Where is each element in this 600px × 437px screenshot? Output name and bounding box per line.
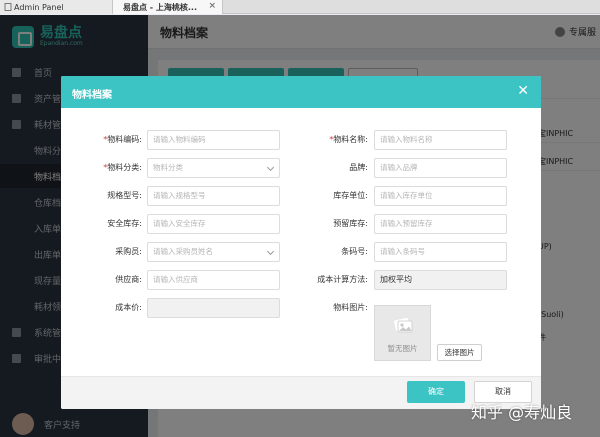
browser-tab-label: Admin Panel: [14, 2, 64, 12]
material-name-input[interactable]: 请输入物料名称: [374, 130, 507, 150]
image-icon: [394, 317, 413, 333]
page-icon: [4, 3, 12, 11]
buyer-label: 采购员:: [115, 247, 142, 256]
browser-tab-label: 易盘点 - 上海桃核...: [123, 2, 198, 12]
spec-input[interactable]: 请输入规格型号: [147, 186, 280, 206]
reserved-stock-label: 预留库存:: [333, 219, 368, 228]
safety-stock-input[interactable]: 请输入安全库存: [147, 214, 280, 234]
spec-label: 规格型号:: [107, 191, 142, 200]
dialog-header: 物料档案 ✕: [61, 76, 541, 108]
dialog-footer: [61, 376, 541, 409]
close-icon[interactable]: ✕: [517, 82, 529, 100]
cost-price-field: [147, 298, 280, 318]
stock-unit-label: 库存单位:: [333, 191, 368, 200]
brand-input[interactable]: 请输入品牌: [374, 158, 507, 178]
watermark-text: 知乎 @寿灿良: [471, 403, 573, 422]
close-tab-icon[interactable]: ×: [208, 1, 216, 11]
supplier-input[interactable]: 请输入供应商: [147, 270, 280, 290]
browser-tab-admin-panel[interactable]: Admin Panel: [0, 0, 113, 14]
brand-label: 品牌:: [349, 163, 368, 172]
confirm-button[interactable]: 确定: [407, 381, 465, 403]
browser-tab-epandian[interactable]: 易盘点 - 上海桃核... ×: [113, 0, 223, 14]
material-code-label: *物料编码:: [103, 135, 142, 144]
buyer-select[interactable]: 请输入采购员姓名: [147, 242, 280, 262]
reserved-stock-input[interactable]: 请输入预留库存: [374, 214, 507, 234]
cost-method-label: 成本计算方法:: [317, 275, 368, 284]
material-name-label: *物料名称:: [329, 135, 368, 144]
choose-image-button[interactable]: 选择图片: [437, 344, 482, 361]
material-code-input[interactable]: 请输入物料编码: [147, 130, 280, 150]
barcode-input[interactable]: 请输入条码号: [374, 242, 507, 262]
material-image-label: 物料图片:: [333, 303, 368, 312]
safety-stock-label: 安全库存:: [107, 219, 142, 228]
material-image-placeholder: 暂无图片: [374, 305, 431, 361]
browser-tab-strip: Admin Panel 易盘点 - 上海桃核... ×: [0, 0, 600, 14]
cost-price-label: 成本价:: [115, 303, 142, 312]
material-category-label: *物料分类:: [103, 163, 142, 172]
no-image-text: 暂无图片: [387, 344, 418, 353]
cost-method-field: 加权平均: [374, 270, 507, 290]
supplier-label: 供应商:: [115, 275, 142, 284]
barcode-label: 条码号:: [341, 247, 368, 256]
dialog-title: 物料档案: [72, 90, 112, 101]
stock-unit-input[interactable]: 请输入库存单位: [374, 186, 507, 206]
material-category-select[interactable]: 物料分类: [147, 158, 280, 178]
